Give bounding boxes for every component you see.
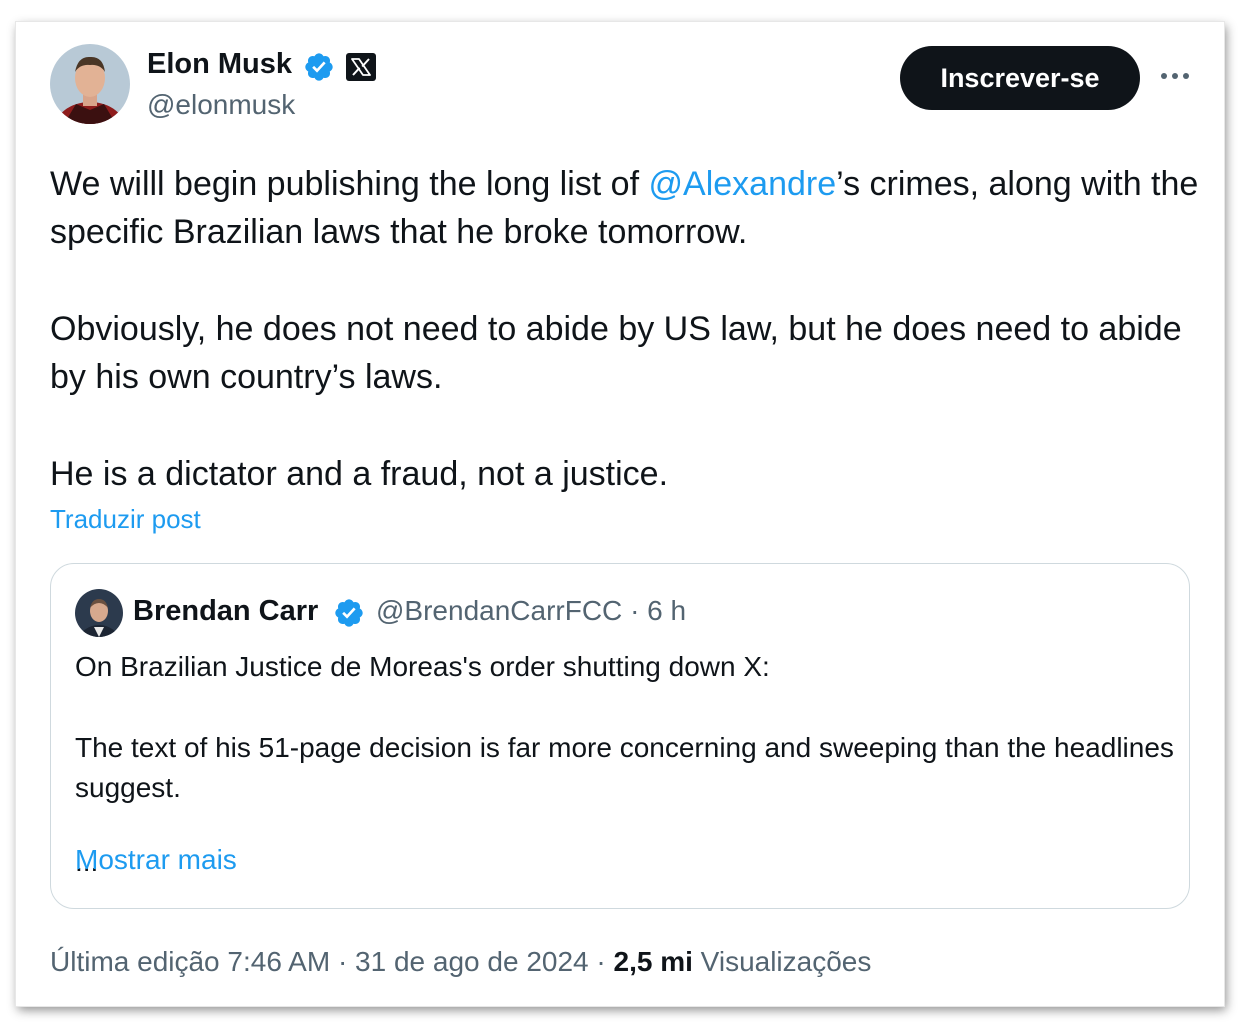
quoted-text: On Brazilian Justice de Moreas's order s… xyxy=(75,647,1175,879)
views-count: 2,5 mi xyxy=(613,946,693,977)
post-paragraph-1-start: We willl begin publishing the long list … xyxy=(50,165,649,203)
meta-separator-2: · xyxy=(596,946,606,977)
translate-post-link[interactable]: Traduzir post xyxy=(50,504,201,535)
post-paragraph-1: We willl begin publishing the long list … xyxy=(50,160,1200,256)
author-handle[interactable]: @elonmusk xyxy=(147,89,295,121)
edited-label[interactable]: Última edição xyxy=(50,946,220,977)
quoted-author-name[interactable]: Brendan Carr xyxy=(133,595,318,628)
post-text: We willl begin publishing the long list … xyxy=(50,160,1200,547)
quoted-timestamp[interactable]: 6 h xyxy=(647,595,686,626)
post-date[interactable]: 31 de ago de 2024 xyxy=(355,946,589,977)
quoted-paragraph-2: The text of his 51-page decision is far … xyxy=(75,732,1174,803)
quoted-verified-badge-icon[interactable] xyxy=(333,597,365,629)
mention-link[interactable]: @Alexandre xyxy=(649,165,837,203)
quoted-author-handle[interactable]: @BrendanCarrFCC xyxy=(376,595,622,626)
quoted-meta: @BrendanCarrFCC · 6 h xyxy=(376,595,686,627)
post-paragraph-2: Obviously, he does not need to abide by … xyxy=(50,310,1182,396)
post-paragraph-3: He is a dictator and a fraud, not a just… xyxy=(50,455,669,493)
quoted-separator: · xyxy=(630,595,640,626)
quoted-post[interactable]: Brendan Carr @BrendanCarrFCC · 6 h On Br… xyxy=(50,563,1190,909)
post-time[interactable]: 7:46 AM xyxy=(227,946,330,977)
show-more-link[interactable]: Mostrar mais xyxy=(75,844,237,876)
quoted-author-avatar[interactable] xyxy=(75,589,123,637)
meta-separator-1: · xyxy=(337,946,348,977)
more-horizontal-icon[interactable] xyxy=(1158,66,1192,86)
quoted-ellipsis: ... xyxy=(75,846,99,877)
author-avatar[interactable] xyxy=(50,44,130,124)
author-name[interactable]: Elon Musk xyxy=(147,48,292,81)
post-meta: Última edição 7:46 AM · 31 de ago de 202… xyxy=(50,946,871,978)
subscribe-button[interactable]: Inscrever-se xyxy=(900,46,1140,110)
views-label: Visualizações xyxy=(700,946,872,977)
quoted-paragraph-1: On Brazilian Justice de Moreas's order s… xyxy=(75,651,770,682)
post-card: Elon Musk @elonmusk Inscrever-se We will… xyxy=(16,22,1224,1006)
x-logo-icon[interactable] xyxy=(346,53,376,81)
verified-badge-icon[interactable] xyxy=(303,51,335,83)
